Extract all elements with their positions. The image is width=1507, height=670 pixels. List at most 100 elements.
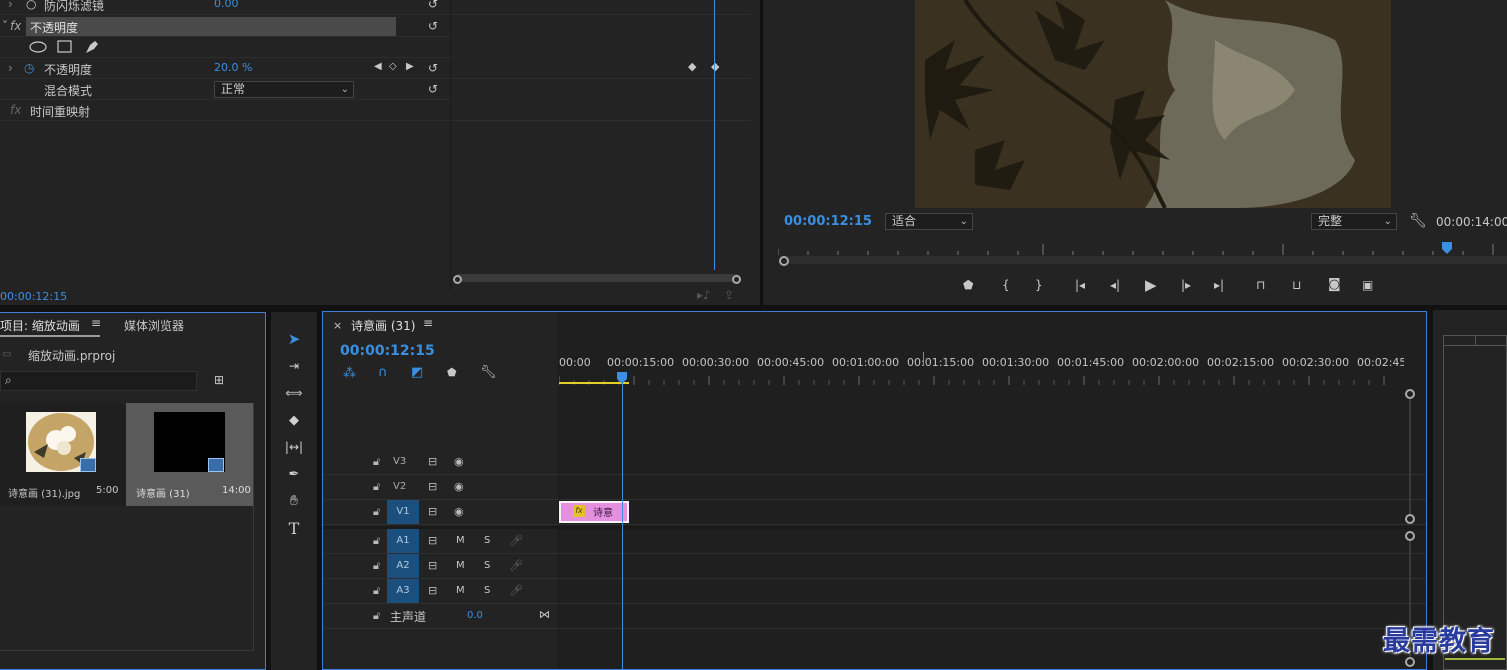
track-master[interactable]: 🔓︎ 主声道 0.0 ⋈: [323, 604, 1426, 629]
lock-icon[interactable]: 🔓︎: [373, 534, 380, 548]
sync-lock-icon[interactable]: ⊟: [428, 480, 437, 493]
track-v1[interactable]: 🔓︎ V1 ⊟ ◉ fx 诗意: [323, 500, 1426, 525]
track-target-a3[interactable]: A3: [387, 579, 419, 603]
type-tool-icon[interactable]: T: [283, 517, 305, 539]
mark-out-icon[interactable]: }: [1035, 278, 1043, 292]
flicker-value[interactable]: 0.00: [214, 0, 239, 10]
scroll-handle-right[interactable]: [732, 275, 741, 284]
new-bin-icon[interactable]: ⊞: [214, 373, 224, 387]
time-remap-row[interactable]: fx 时间重映射: [0, 100, 450, 121]
tab-media-browser[interactable]: 媒体浏览器: [124, 317, 184, 334]
prev-keyframe-icon[interactable]: ◀: [374, 61, 382, 72]
rectangle-mask-icon[interactable]: [57, 40, 72, 53]
mark-in-icon[interactable]: {: [1002, 278, 1010, 292]
linked-selection-icon[interactable]: ◩: [411, 365, 423, 380]
snap-magnet-icon[interactable]: ∩: [378, 365, 388, 380]
keyframe-area[interactable]: ◆ ◆ ▸♪ ⇪: [450, 0, 751, 302]
scroll-handle-left[interactable]: [453, 275, 462, 284]
keyframe-icon[interactable]: ◆: [688, 60, 696, 73]
step-back-icon[interactable]: ◂|: [1110, 278, 1120, 292]
sync-lock-icon[interactable]: ⊟: [428, 534, 437, 547]
video-clip[interactable]: fx 诗意: [559, 501, 629, 523]
lock-icon[interactable]: 🔓︎: [373, 505, 380, 519]
mute-button[interactable]: M: [456, 585, 465, 596]
sync-lock-icon[interactable]: ⊟: [428, 505, 437, 518]
hand-tool-icon[interactable]: ✋︎: [283, 490, 305, 512]
go-to-out-icon[interactable]: ▸|: [1214, 278, 1224, 292]
master-volume-value[interactable]: 0.0: [467, 610, 483, 621]
stopwatch-icon[interactable]: ◷: [24, 61, 34, 75]
step-forward-icon[interactable]: |▸: [1181, 278, 1191, 292]
lock-icon[interactable]: 🔓︎: [373, 559, 380, 573]
scroll-handle[interactable]: [1405, 514, 1415, 524]
nest-icon[interactable]: ⁂: [343, 366, 356, 381]
track-a2[interactable]: 🔓︎ A2 ⊟ M S 🎤︎: [323, 554, 1426, 579]
ellipse-mask-icon[interactable]: [29, 41, 47, 53]
timeline-timecode[interactable]: 00:00:12:15: [340, 343, 435, 359]
opacity-value[interactable]: 20.0 %: [214, 61, 252, 74]
keyframe-icon[interactable]: ◆: [711, 60, 719, 73]
lock-icon[interactable]: 🔓︎: [373, 480, 380, 494]
master-expand-icon[interactable]: ⋈: [539, 608, 550, 621]
program-scrollbar[interactable]: [780, 256, 1507, 264]
go-to-in-icon[interactable]: |◂: [1075, 278, 1085, 292]
slip-tool-icon[interactable]: |↔|: [283, 436, 305, 458]
program-timecode[interactable]: 00:00:12:15: [784, 214, 872, 229]
eye-icon[interactable]: ◉: [454, 480, 464, 493]
solo-button[interactable]: S: [484, 535, 490, 546]
panel-menu-icon[interactable]: ≡: [423, 316, 433, 330]
wrench-icon[interactable]: 🔧︎: [1409, 213, 1427, 229]
wrench-icon[interactable]: 🔧︎: [480, 365, 497, 380]
fx-icon[interactable]: fx: [10, 103, 21, 117]
solo-button[interactable]: S: [484, 585, 490, 596]
collapse-chevron-icon[interactable]: ˅: [2, 19, 8, 33]
quality-select[interactable]: 完整 ⌄: [1311, 213, 1397, 230]
expand-chevron-icon[interactable]: ›: [8, 0, 13, 11]
timeline-ruler[interactable]: 00:00 00:00:15:00 00:00:30:00 00:00:45:0…: [559, 352, 1404, 385]
ripple-edit-tool-icon[interactable]: ⟺: [283, 382, 305, 404]
pen-mask-icon[interactable]: [84, 39, 100, 54]
sync-lock-icon[interactable]: ⊟: [428, 584, 437, 597]
lock-icon[interactable]: 🔓︎: [373, 609, 380, 623]
play-audio-icon[interactable]: ▸♪: [697, 288, 711, 302]
scroll-handle[interactable]: [1405, 389, 1415, 399]
reset-icon[interactable]: ↺: [428, 0, 438, 11]
track-a1[interactable]: 🔓︎ A1 ⊟ M S 🎤︎: [323, 529, 1426, 554]
selection-tool-icon[interactable]: ➤: [283, 328, 305, 350]
extract-icon[interactable]: ⊔: [1292, 278, 1301, 292]
add-marker-icon[interactable]: ⬟: [447, 366, 457, 379]
reset-icon[interactable]: ↺: [428, 82, 438, 96]
lock-icon[interactable]: 🔓︎: [373, 455, 380, 469]
mute-button[interactable]: M: [456, 560, 465, 571]
track-v3[interactable]: 🔓︎ V3 ⊟ ◉: [323, 450, 1426, 475]
tab-sequence[interactable]: 诗意画 (31): [351, 317, 415, 334]
reset-icon[interactable]: ↺: [428, 19, 438, 33]
scroll-handle[interactable]: [1405, 657, 1415, 667]
blend-mode-select[interactable]: 正常 ⌄: [214, 81, 354, 98]
razor-tool-icon[interactable]: ◆: [283, 409, 305, 431]
eye-icon[interactable]: ◉: [454, 505, 464, 518]
fit-select[interactable]: 适合 ⌄: [885, 213, 973, 230]
project-item-selected[interactable]: 诗意画 (31) 14:00: [126, 403, 253, 506]
track-select-tool-icon[interactable]: ⇥: [283, 355, 305, 377]
lift-icon[interactable]: ⊓: [1256, 278, 1265, 292]
mute-button[interactable]: M: [456, 535, 465, 546]
ec-timecode[interactable]: 00:00:12:15: [0, 290, 67, 303]
microphone-icon[interactable]: 🎤︎: [509, 584, 523, 597]
track-a3[interactable]: 🔓︎ A3 ⊟ M S 🎤︎: [323, 579, 1426, 604]
panel-menu-icon[interactable]: ≡: [91, 316, 101, 330]
reset-icon[interactable]: ↺: [428, 61, 438, 75]
fx-icon[interactable]: fx: [10, 19, 21, 33]
program-ruler[interactable]: [777, 241, 1507, 255]
next-keyframe-icon[interactable]: ▶: [406, 61, 414, 72]
track-target-a1[interactable]: A1: [387, 529, 419, 553]
pen-tool-icon[interactable]: ✒: [283, 463, 305, 485]
track-v2[interactable]: 🔓︎ V2 ⊟ ◉: [323, 475, 1426, 500]
add-marker-icon[interactable]: ⬟: [963, 278, 973, 292]
project-search-input[interactable]: ⌕: [0, 371, 197, 391]
project-item[interactable]: 诗意画 (31).jpg 5:00: [0, 403, 125, 506]
track-target-a2[interactable]: A2: [387, 554, 419, 578]
stopwatch-icon[interactable]: ○: [26, 0, 36, 11]
scroll-handle-left[interactable]: [779, 256, 789, 266]
lock-icon[interactable]: 🔓︎: [373, 584, 380, 598]
